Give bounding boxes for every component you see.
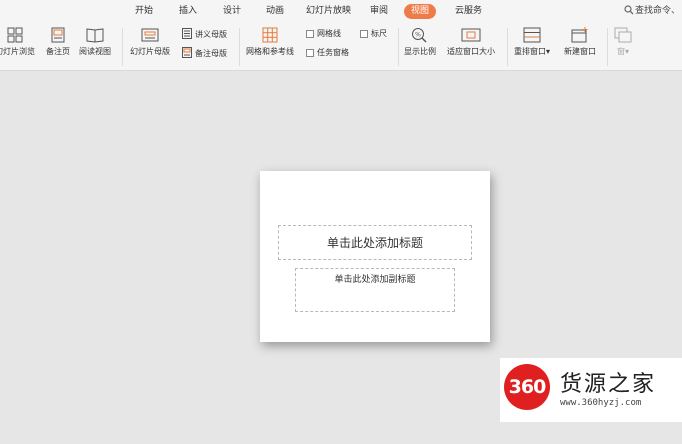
notes-page-button[interactable]: 备注页 <box>46 27 70 57</box>
fit-window-icon <box>461 28 481 42</box>
fit-window-label: 适应窗口大小 <box>447 47 495 56</box>
new-window-button[interactable]: 新建窗口 <box>564 27 596 57</box>
menu-bar: 开始 插入 设计 动画 幻灯片放映 审阅 视图 云服务 查找命令、 <box>0 0 682 22</box>
new-window-icon <box>571 27 588 43</box>
tab-review[interactable]: 审阅 <box>370 4 388 18</box>
grid-view-icon <box>7 27 23 43</box>
notes-master-label: 备注母版 <box>195 49 227 58</box>
app-window: 开始 插入 设计 动画 幻灯片放映 审阅 视图 云服务 查找命令、 幻灯片浏览 … <box>0 0 682 444</box>
subtitle-placeholder[interactable]: 单击此处添加副标题 <box>295 268 455 312</box>
rearrange-window-button[interactable]: 重排窗口▾ <box>514 27 550 57</box>
ribbon-separator <box>122 28 123 66</box>
notes-page-icon <box>51 27 65 43</box>
ribbon-view: 幻灯片浏览 备注页 阅读视图 幻灯片母版 讲义母版 备注母版 网格和参考线 网格… <box>0 22 682 71</box>
task-pane-check-box[interactable] <box>306 49 314 57</box>
tab-insert[interactable]: 插入 <box>179 4 197 18</box>
slide-master-icon <box>141 28 159 42</box>
zoom-button[interactable]: % 显示比例 <box>404 27 436 57</box>
tab-slideshow[interactable]: 幻灯片放映 <box>306 4 351 18</box>
rearrange-window-icon <box>523 27 541 43</box>
task-pane-checkbox[interactable]: 任务窗格 <box>306 47 349 59</box>
handout-master-label: 讲义母版 <box>195 30 227 39</box>
search-label: 查找命令、 <box>635 6 681 16</box>
search-icon <box>624 5 634 15</box>
brand-text: 货源之家 <box>560 372 657 397</box>
tab-animation[interactable]: 动画 <box>266 4 284 18</box>
site-url: www.360hyzj.com <box>560 398 642 408</box>
slide-browse-label: 幻灯片浏览 <box>0 47 35 56</box>
notes-page-label: 备注页 <box>46 47 70 56</box>
site-watermark: 360 货源之家 www.360hyzj.com <box>500 358 682 422</box>
title-placeholder[interactable]: 单击此处添加标题 <box>278 225 472 260</box>
ribbon-separator <box>607 28 608 66</box>
svg-text:%: % <box>415 32 421 39</box>
slide-master-button[interactable]: 幻灯片母版 <box>130 27 170 57</box>
tab-design[interactable]: 设计 <box>223 4 241 18</box>
grid-guides-label: 网格和参考线 <box>246 47 294 56</box>
notes-master-icon <box>182 47 192 58</box>
logo-badge: 360 <box>504 364 550 410</box>
fit-window-button[interactable]: 适应窗口大小 <box>447 27 495 57</box>
slide-browse-button[interactable]: 幻灯片浏览 <box>0 27 35 57</box>
tab-cloud[interactable]: 云服务 <box>455 4 482 18</box>
slide-master-label: 幻灯片母版 <box>130 47 170 56</box>
command-search[interactable]: 查找命令、 <box>624 4 680 18</box>
ribbon-separator <box>239 28 240 66</box>
slide-canvas[interactable]: 单击此处添加标题 单击此处添加副标题 <box>260 171 490 342</box>
ribbon-separator <box>398 28 399 66</box>
switch-window-label: 窗▾ <box>616 47 629 56</box>
ruler-label: 标尺 <box>371 29 387 38</box>
handout-master-button[interactable]: 讲义母版 <box>182 28 227 41</box>
tab-start[interactable]: 开始 <box>135 4 153 18</box>
grid-icon <box>262 27 278 43</box>
gridlines-label: 网格线 <box>317 29 341 38</box>
book-icon <box>86 28 104 43</box>
grid-guides-button[interactable]: 网格和参考线 <box>246 27 294 57</box>
gridlines-checkbox[interactable]: 网格线 <box>306 28 341 40</box>
switch-window-icon <box>614 27 632 43</box>
switch-window-button[interactable]: 窗▾ <box>614 27 632 57</box>
ruler-check-box[interactable] <box>360 30 368 38</box>
reading-view-button[interactable]: 阅读视图 <box>79 27 111 57</box>
handout-icon <box>182 28 192 39</box>
zoom-icon: % <box>412 28 427 43</box>
new-window-label: 新建窗口 <box>564 47 596 56</box>
ruler-checkbox[interactable]: 标尺 <box>360 28 387 40</box>
gridlines-check-box[interactable] <box>306 30 314 38</box>
rearrange-window-label: 重排窗口▾ <box>514 47 551 56</box>
zoom-label: 显示比例 <box>404 47 436 56</box>
tab-view[interactable]: 视图 <box>404 4 437 19</box>
reading-view-label: 阅读视图 <box>79 47 111 56</box>
ribbon-separator <box>507 28 508 66</box>
task-pane-label: 任务窗格 <box>317 48 349 57</box>
notes-master-button[interactable]: 备注母版 <box>182 47 227 60</box>
